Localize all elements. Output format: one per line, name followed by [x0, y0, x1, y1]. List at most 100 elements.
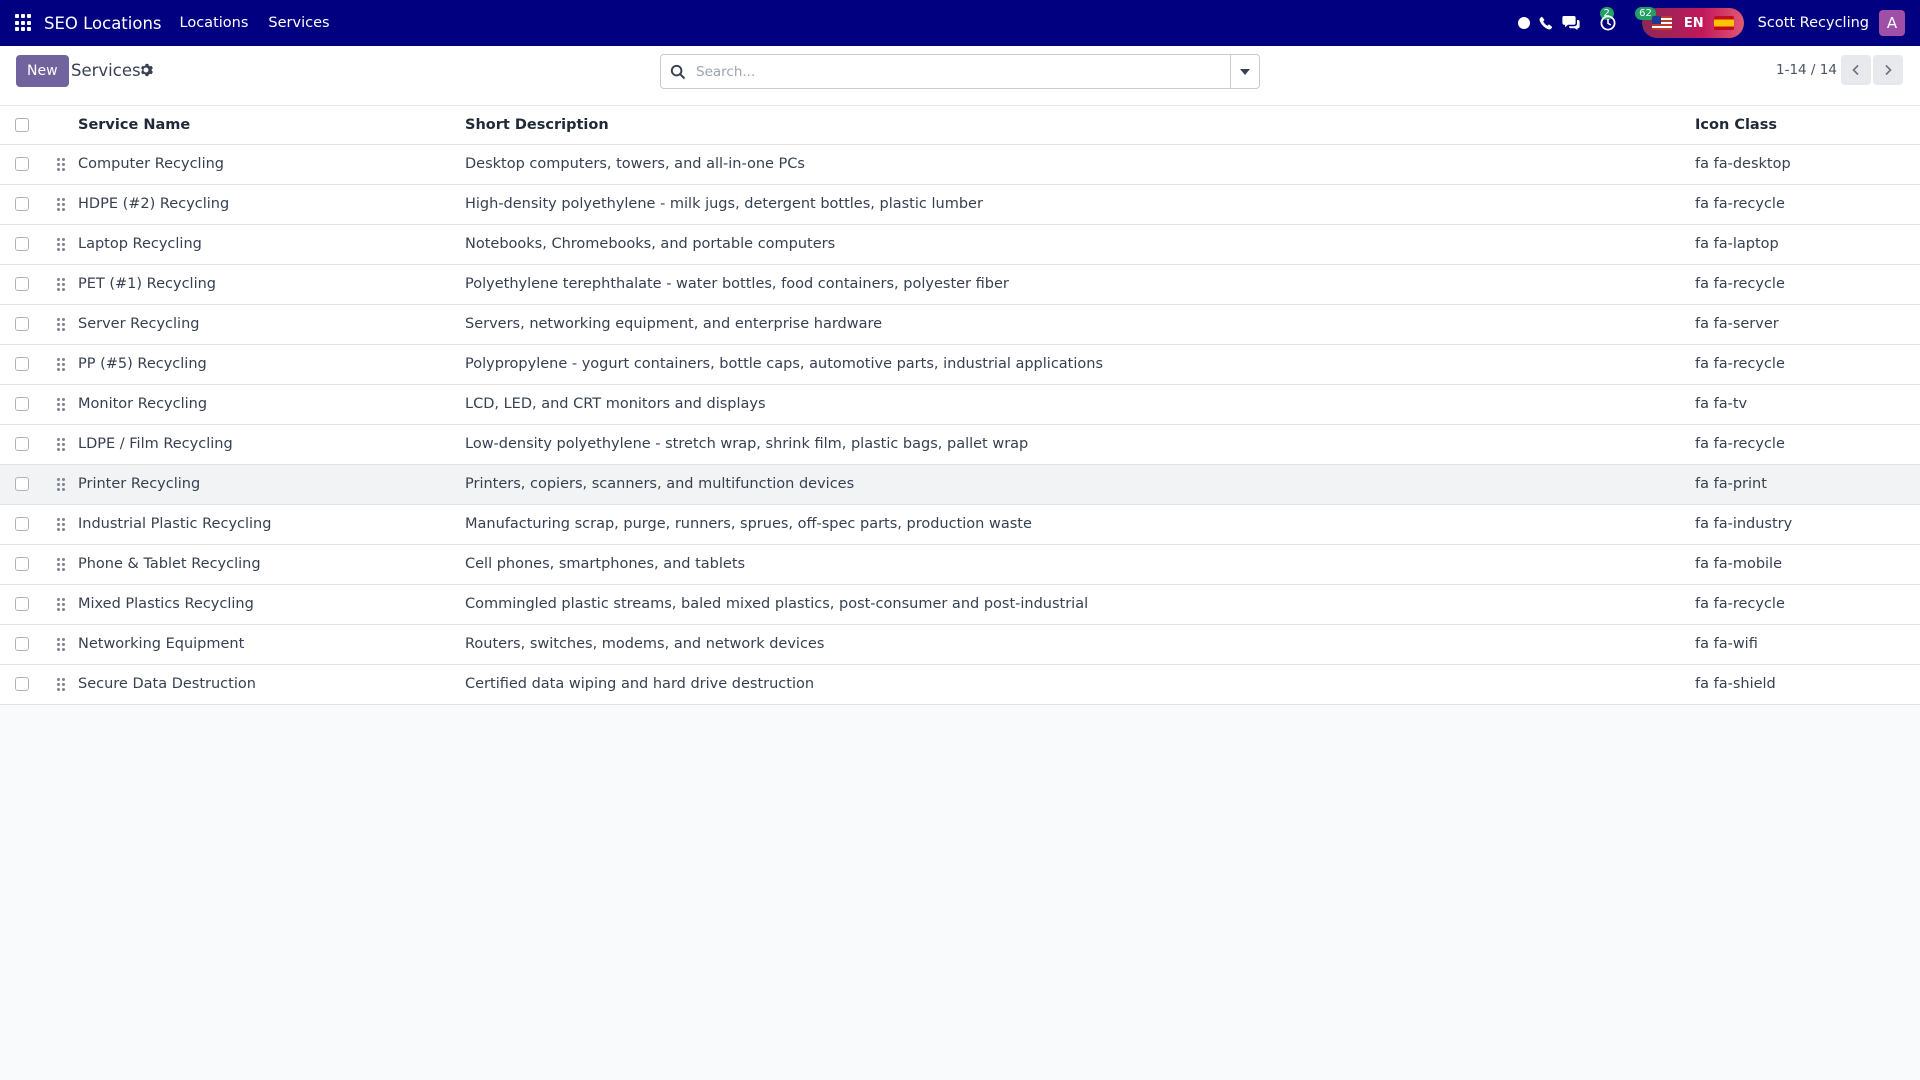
phone-icon[interactable] [1539, 16, 1562, 30]
row-checkbox[interactable] [15, 197, 29, 211]
row-checkbox[interactable] [15, 437, 29, 451]
user-avatar[interactable]: A [1879, 10, 1905, 36]
short-description-cell[interactable]: High-density polyethylene - milk jugs, d… [465, 184, 1695, 224]
app-brand[interactable]: SEO Locations [44, 14, 162, 33]
short-description-cell[interactable]: Servers, networking equipment, and enter… [465, 304, 1695, 344]
service-name-cell[interactable]: Phone & Tablet Recycling [78, 544, 465, 584]
short-description-cell[interactable]: Polypropylene - yogurt containers, bottl… [465, 344, 1695, 384]
menu-item-services[interactable]: Services [268, 15, 329, 31]
short-description-cell[interactable]: Desktop computers, towers, and all-in-on… [465, 144, 1695, 184]
drag-handle-icon[interactable] [57, 477, 65, 491]
drag-handle-icon[interactable] [57, 437, 65, 451]
service-name-cell[interactable]: Secure Data Destruction [78, 664, 465, 704]
drag-handle-icon[interactable] [57, 237, 65, 251]
drag-handle-icon[interactable] [57, 517, 65, 531]
row-checkbox[interactable] [15, 597, 29, 611]
short-description-cell[interactable]: Commingled plastic streams, baled mixed … [465, 584, 1695, 624]
service-name-cell[interactable]: Computer Recycling [78, 144, 465, 184]
icon-class-cell[interactable]: fa fa-recycle [1695, 584, 1920, 624]
service-name-cell[interactable]: Mixed Plastics Recycling [78, 584, 465, 624]
drag-handle-icon[interactable] [57, 637, 65, 651]
drag-handle-icon[interactable] [57, 157, 65, 171]
short-description-cell[interactable]: Notebooks, Chromebooks, and portable com… [465, 224, 1695, 264]
pager-next-button[interactable] [1873, 55, 1903, 85]
service-name-cell[interactable]: PP (#5) Recycling [78, 344, 465, 384]
activity-clock-icon[interactable]: 62 [1600, 7, 1656, 31]
pager-previous-button[interactable] [1841, 55, 1871, 85]
icon-class-cell[interactable]: fa fa-shield [1695, 664, 1920, 704]
row-checkbox[interactable] [15, 517, 29, 531]
column-header-icon-class[interactable]: Icon Class [1695, 106, 1920, 144]
short-description-cell[interactable]: Certified data wiping and hard drive des… [465, 664, 1695, 704]
row-checkbox[interactable] [15, 677, 29, 691]
table-row[interactable]: Networking Equipment Routers, switches, m… [0, 624, 1920, 664]
presence-dot-icon[interactable] [1517, 17, 1530, 29]
row-checkbox[interactable] [15, 317, 29, 331]
menu-item-locations[interactable]: Locations [180, 15, 249, 31]
table-row[interactable]: Server Recycling Servers, networking equi… [0, 304, 1920, 344]
service-name-cell[interactable]: PET (#1) Recycling [78, 264, 465, 304]
row-checkbox[interactable] [15, 237, 29, 251]
service-name-cell[interactable]: HDPE (#2) Recycling [78, 184, 465, 224]
search-input[interactable] [696, 55, 1230, 88]
table-row[interactable]: PP (#5) Recycling Polypropylene - yogurt … [0, 344, 1920, 384]
table-row[interactable]: Secure Data Destruction Certified data wi… [0, 664, 1920, 704]
service-name-cell[interactable]: Server Recycling [78, 304, 465, 344]
icon-class-cell[interactable]: fa fa-recycle [1695, 344, 1920, 384]
table-row[interactable]: LDPE / Film Recycling Low-density polyeth… [0, 424, 1920, 464]
icon-class-cell[interactable]: fa fa-server [1695, 304, 1920, 344]
short-description-cell[interactable]: Low-density polyethylene - stretch wrap,… [465, 424, 1695, 464]
service-name-cell[interactable]: LDPE / Film Recycling [78, 424, 465, 464]
row-checkbox[interactable] [15, 157, 29, 171]
service-name-cell[interactable]: Printer Recycling [78, 464, 465, 504]
service-name-cell[interactable]: Laptop Recycling [78, 224, 465, 264]
table-row[interactable]: Printer Recycling Printers, copiers, scan… [0, 464, 1920, 504]
short-description-cell[interactable]: Cell phones, smartphones, and tablets [465, 544, 1695, 584]
drag-handle-icon[interactable] [57, 557, 65, 571]
row-checkbox[interactable] [15, 397, 29, 411]
service-name-cell[interactable]: Networking Equipment [78, 624, 465, 664]
short-description-cell[interactable]: Routers, switches, modems, and network d… [465, 624, 1695, 664]
service-name-cell[interactable]: Industrial Plastic Recycling [78, 504, 465, 544]
gear-icon[interactable] [139, 63, 153, 77]
column-header-service-name[interactable]: Service Name [78, 106, 465, 144]
short-description-cell[interactable]: Polyethylene terephthalate - water bottl… [465, 264, 1695, 304]
icon-class-cell[interactable]: fa fa-recycle [1695, 184, 1920, 224]
service-name-cell[interactable]: Monitor Recycling [78, 384, 465, 424]
table-row[interactable]: Laptop Recycling Notebooks, Chromebooks, … [0, 224, 1920, 264]
table-row[interactable]: Monitor Recycling LCD, LED, and CRT monit… [0, 384, 1920, 424]
pager-value[interactable]: 1-14 / 14 [1776, 62, 1837, 78]
new-button[interactable]: New [16, 55, 69, 87]
drag-handle-icon[interactable] [57, 597, 65, 611]
table-row[interactable]: Mixed Plastics Recycling Commingled plast… [0, 584, 1920, 624]
company-switcher[interactable]: Scott Recycling [1758, 15, 1869, 31]
search-options-toggle[interactable] [1230, 55, 1259, 88]
icon-class-cell[interactable]: fa fa-industry [1695, 504, 1920, 544]
drag-handle-icon[interactable] [57, 677, 65, 691]
short-description-cell[interactable]: Printers, copiers, scanners, and multifu… [465, 464, 1695, 504]
select-all-checkbox[interactable] [15, 117, 29, 132]
drag-handle-icon[interactable] [57, 317, 65, 331]
row-checkbox[interactable] [15, 357, 29, 371]
chat-icon[interactable]: 2 [1562, 7, 1614, 31]
drag-handle-icon[interactable] [57, 397, 65, 411]
row-checkbox[interactable] [15, 637, 29, 651]
drag-handle-icon[interactable] [57, 357, 65, 371]
icon-class-cell[interactable]: fa fa-desktop [1695, 144, 1920, 184]
row-checkbox[interactable] [15, 277, 29, 291]
drag-handle-icon[interactable] [57, 197, 65, 211]
short-description-cell[interactable]: LCD, LED, and CRT monitors and displays [465, 384, 1695, 424]
icon-class-cell[interactable]: fa fa-recycle [1695, 264, 1920, 304]
icon-class-cell[interactable]: fa fa-wifi [1695, 624, 1920, 664]
table-row[interactable]: HDPE (#2) Recycling High-density polyethy… [0, 184, 1920, 224]
table-row[interactable]: PET (#1) Recycling Polyethylene terephtha… [0, 264, 1920, 304]
icon-class-cell[interactable]: fa fa-tv [1695, 384, 1920, 424]
icon-class-cell[interactable]: fa fa-recycle [1695, 424, 1920, 464]
row-checkbox[interactable] [15, 477, 29, 491]
table-row[interactable]: Phone & Tablet Recycling Cell phones, sma… [0, 544, 1920, 584]
icon-class-cell[interactable]: fa fa-laptop [1695, 224, 1920, 264]
row-checkbox[interactable] [15, 557, 29, 571]
language-switcher[interactable]: EN [1641, 8, 1744, 38]
drag-handle-icon[interactable] [57, 277, 65, 291]
column-header-short-description[interactable]: Short Description [465, 106, 1695, 144]
